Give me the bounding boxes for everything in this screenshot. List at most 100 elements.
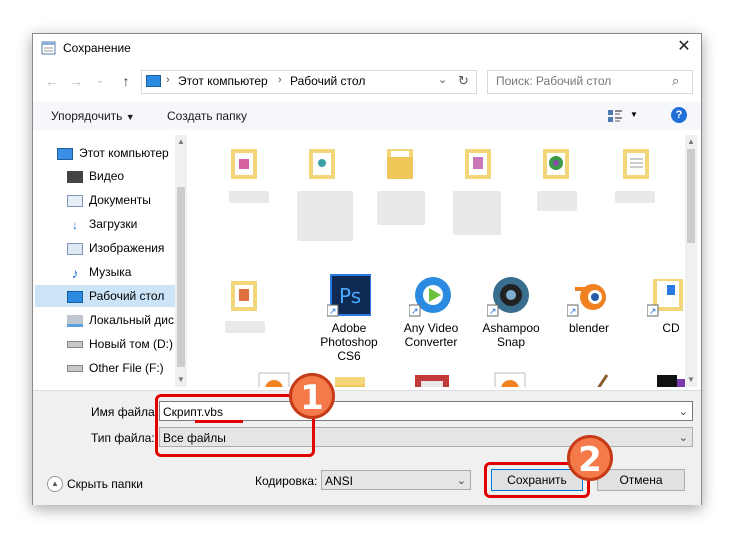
blurred-label	[297, 191, 353, 241]
sidebar-item-label: Музыка	[89, 265, 132, 279]
file-label: Adobe Photoshop CS6	[320, 321, 378, 363]
encoding-dropdown-icon[interactable]: ⌄	[457, 471, 466, 491]
breadcrumb-current[interactable]: Рабочий стол	[290, 74, 365, 88]
drive-icon	[67, 341, 83, 349]
view-options-icon[interactable]	[607, 109, 623, 123]
folder-icon[interactable]	[539, 143, 573, 183]
forward-arrow-icon[interactable]: →	[67, 71, 85, 91]
recent-chevron-icon[interactable]: ⌄	[91, 71, 109, 91]
refresh-icon[interactable]: ↻	[458, 73, 469, 89]
organize-label: Упорядочить	[51, 109, 123, 123]
blurred-label	[615, 191, 655, 203]
files-scroll-thumb[interactable]	[687, 149, 695, 243]
sidebar-item-label: Новый том (D:)	[89, 337, 173, 351]
step-badge-1: 1	[289, 373, 335, 419]
search-input[interactable]: Поиск: Рабочий стол ⌕	[487, 70, 693, 94]
app-icon[interactable]	[409, 371, 453, 387]
file-label: Any Video Converter	[403, 321, 459, 349]
drive-icon	[67, 365, 83, 373]
scroll-down-icon[interactable]: ▼	[687, 375, 695, 384]
ashampoo-snap-icon[interactable]: ↗	[487, 273, 531, 317]
sidebar-item-label: Этот компьютер	[79, 146, 169, 160]
close-icon[interactable]: ✕	[673, 36, 695, 58]
search-placeholder: Поиск: Рабочий стол	[496, 74, 612, 88]
blurred-label	[453, 191, 501, 235]
photoshop-icon[interactable]: Ps↗	[327, 273, 371, 317]
hide-folders-button[interactable]: Скрыть папки	[67, 477, 143, 491]
filetype-dropdown-icon[interactable]: ⌄	[679, 428, 688, 448]
svg-text:Ps: Ps	[339, 284, 361, 308]
up-arrow-icon[interactable]: ↑	[117, 71, 135, 91]
svg-text:↗: ↗	[329, 306, 337, 316]
breadcrumb-root[interactable]: Этот компьютер	[178, 74, 268, 88]
picture-icon	[67, 242, 83, 255]
folder-icon[interactable]	[619, 143, 653, 183]
breadcrumb-separator-icon: ›	[278, 74, 282, 86]
scroll-down-icon[interactable]: ▼	[177, 375, 185, 384]
cancel-button[interactable]: Отмена	[597, 469, 685, 491]
collapse-chevron-icon[interactable]: ▲	[47, 476, 63, 492]
window-title: Сохранение	[63, 41, 131, 55]
view-chevron-down-icon[interactable]: ▼	[630, 110, 638, 119]
encoding-label: Кодировка:	[255, 474, 318, 488]
address-bar[interactable]: › Этот компьютер › Рабочий стол ⌄ ↻	[141, 70, 477, 94]
blurred-label	[537, 191, 577, 211]
folder-icon[interactable]	[329, 371, 373, 387]
encoding-select[interactable]: ANSI ⌄	[321, 470, 471, 490]
sidebar-item-this-pc[interactable]: Этот компьютер	[57, 142, 187, 164]
step-badge-2: 2	[567, 435, 613, 481]
document-icon	[67, 194, 83, 207]
sidebar-item-label: Видео	[89, 169, 125, 183]
desktop-icon	[67, 290, 83, 303]
file-label: blender	[568, 321, 610, 335]
pdf-file-icon[interactable]: PDF	[251, 371, 295, 387]
sidebar-item-label: Локальный дис	[89, 313, 174, 327]
svg-text:↗: ↗	[649, 306, 657, 316]
blurred-label	[377, 191, 425, 225]
music-note-icon: ♪	[71, 264, 79, 281]
scroll-up-icon[interactable]: ▲	[687, 137, 695, 146]
sidebar-item-label: Other File (F:)	[89, 361, 164, 375]
search-icon[interactable]: ⌕	[672, 73, 679, 89]
sidebar-scrollbar[interactable]: ▲ ▼	[175, 135, 187, 387]
sidebar-item-desktop[interactable]: Рабочий стол	[35, 285, 175, 307]
folder-icon[interactable]	[227, 143, 261, 183]
filename-dropdown-icon[interactable]: ⌄	[679, 402, 688, 422]
pdf-file-icon[interactable]: PDF	[487, 371, 531, 387]
new-folder-button[interactable]: Создать папку	[167, 109, 247, 123]
organize-button[interactable]: Упорядочить ▼	[51, 109, 135, 123]
blurred-label	[225, 321, 265, 333]
sidebar-item-label: Изображения	[89, 241, 165, 255]
any-video-converter-icon[interactable]: ↗	[409, 273, 453, 317]
blurred-label	[229, 191, 269, 203]
sidebar-scroll-thumb[interactable]	[177, 187, 185, 367]
blender-icon[interactable]: ↗	[567, 273, 611, 317]
back-arrow-icon[interactable]: ←	[43, 71, 61, 91]
folder-shortcut-icon[interactable]: ↗	[647, 273, 685, 317]
sidebar-item-label: Документы	[89, 193, 151, 207]
svg-text:↗: ↗	[569, 306, 577, 316]
broom-icon[interactable]	[567, 371, 611, 387]
media-app-icon[interactable]	[647, 371, 685, 387]
sidebar-item-label: Загрузки	[89, 217, 138, 231]
film-icon	[67, 170, 83, 183]
folder-icon[interactable]	[383, 143, 417, 183]
file-label: Ashampoo Snap	[482, 321, 540, 349]
scroll-up-icon[interactable]: ▲	[177, 137, 185, 146]
download-arrow-icon: ↓	[72, 217, 78, 232]
monitor-icon	[57, 147, 73, 160]
svg-text:↗: ↗	[489, 306, 497, 316]
files-scrollbar[interactable]: ▲ ▼	[685, 135, 697, 387]
folder-icon[interactable]	[227, 275, 261, 315]
notepad-icon	[41, 41, 56, 55]
file-grid: Ps ↗ Adobe Photoshop CS6 ↗ Any Video Conv…	[191, 135, 685, 387]
folder-icon[interactable]	[461, 143, 495, 183]
drive-icon	[67, 314, 83, 327]
address-dropdown-icon[interactable]: ⌄	[438, 73, 447, 86]
svg-text:↗: ↗	[411, 306, 419, 316]
filetype-label: Тип файла:	[91, 431, 155, 445]
folder-icon[interactable]	[305, 143, 339, 183]
computer-icon	[146, 75, 161, 87]
help-icon[interactable]: ?	[671, 107, 687, 123]
sidebar-item-label: Рабочий стол	[89, 289, 165, 303]
